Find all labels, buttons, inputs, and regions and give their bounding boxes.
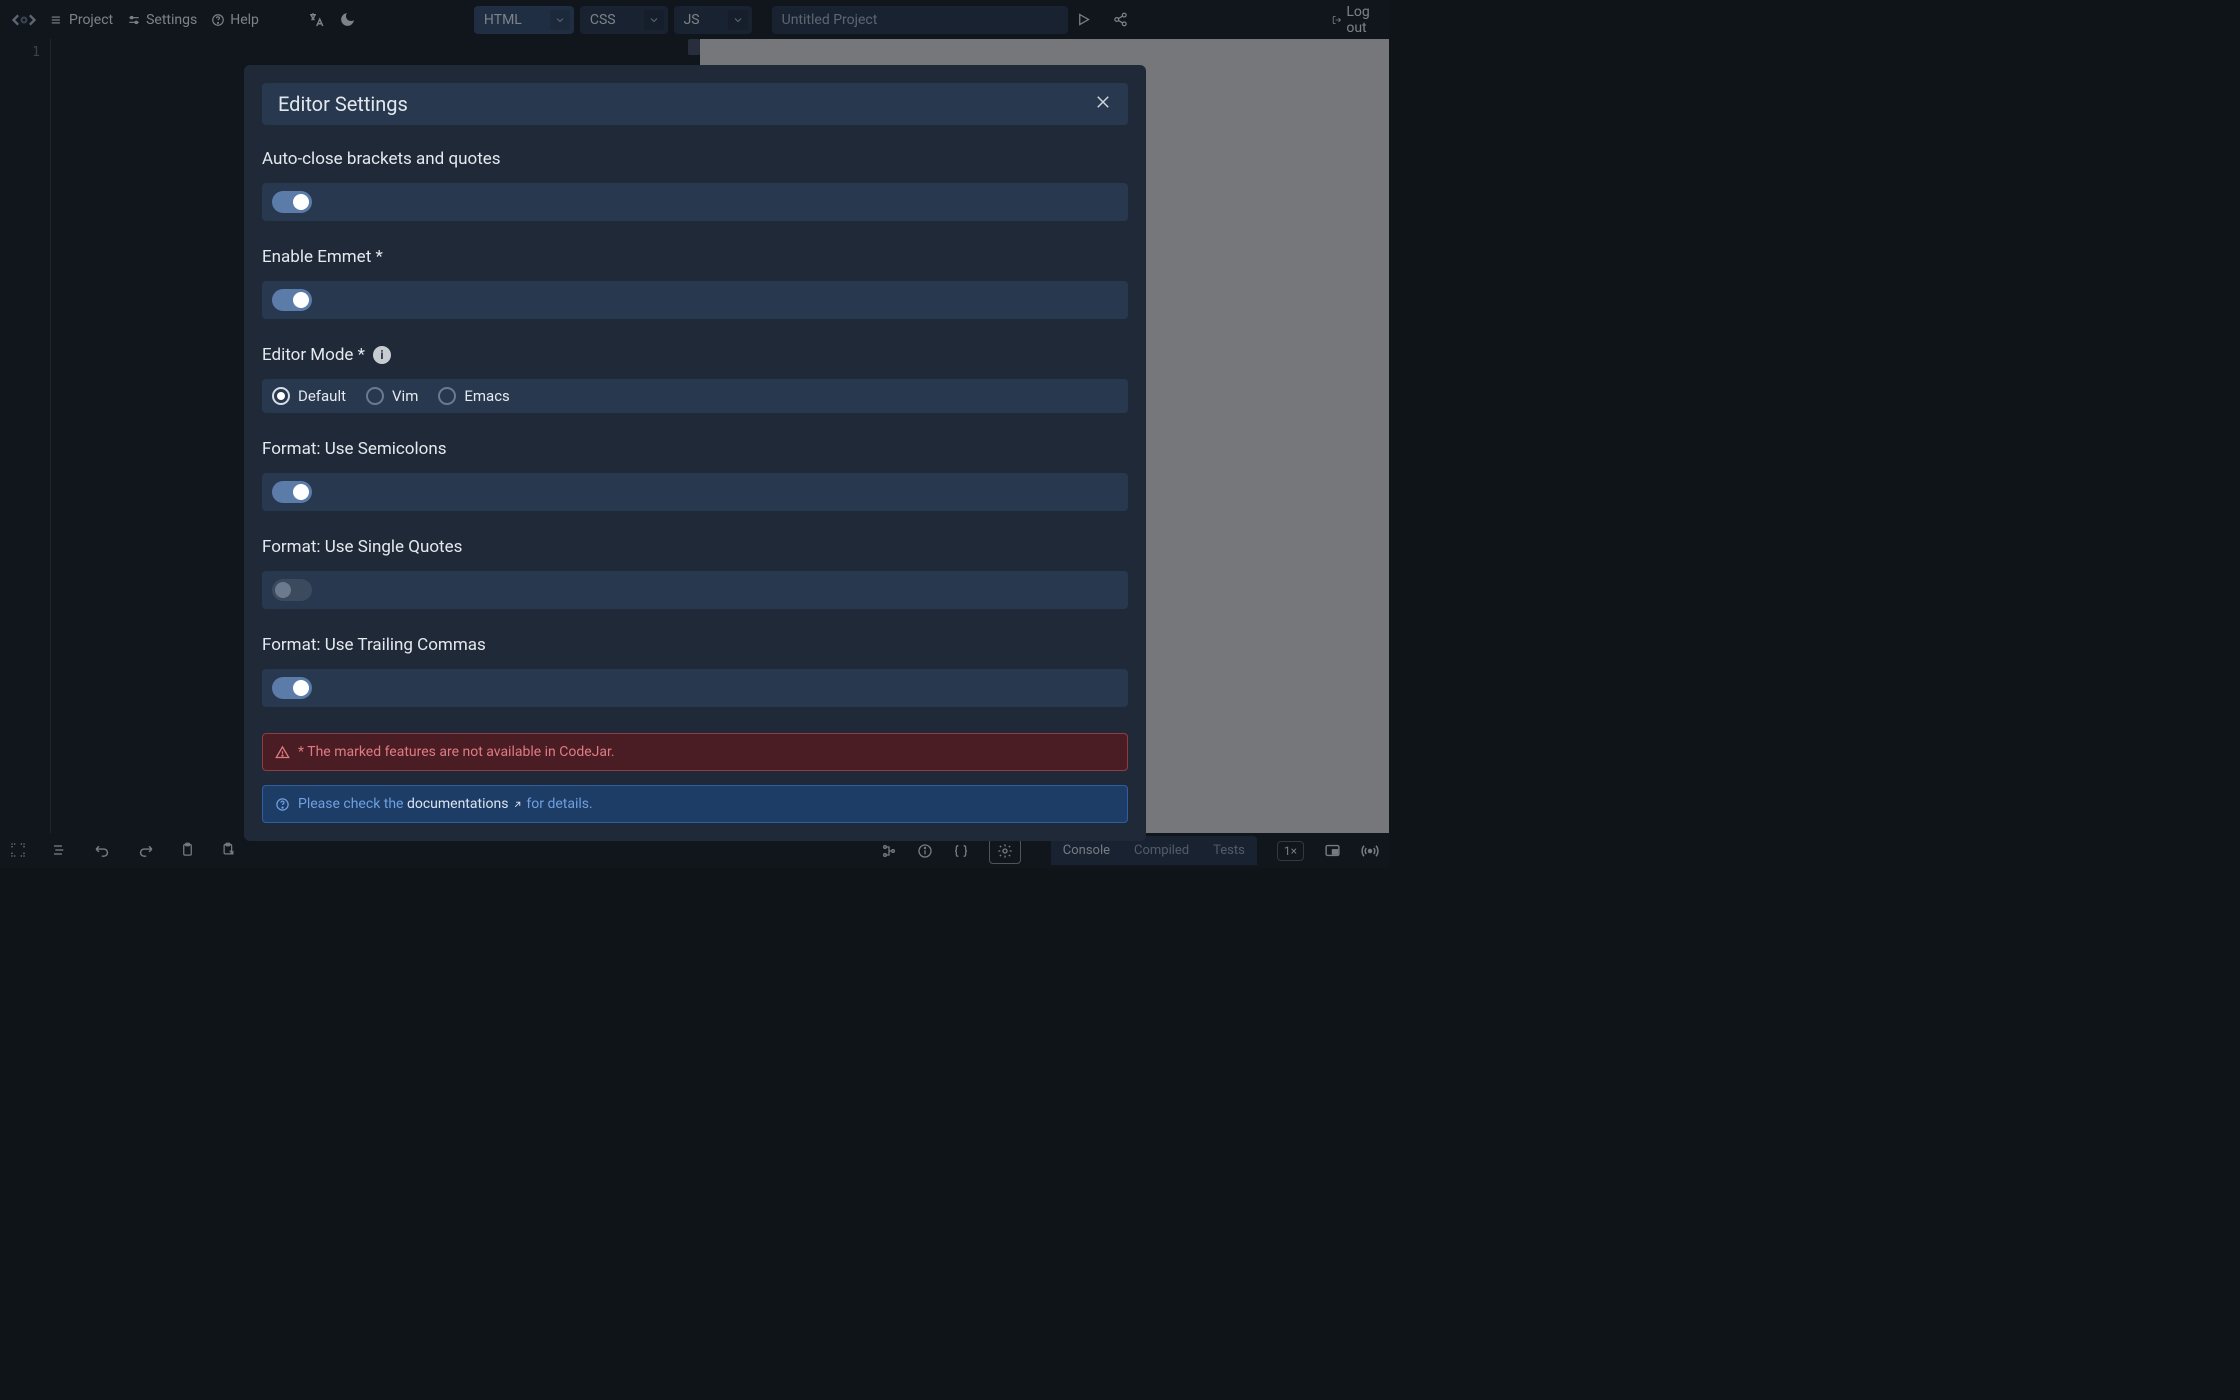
setting-editor-mode-control: Default Vim Emacs [262, 379, 1128, 413]
setting-single-quotes: Format: Use Single Quotes [262, 537, 1128, 609]
toggle-emmet[interactable] [272, 289, 312, 311]
setting-autoclose-control [262, 183, 1128, 221]
radio-emacs-label: Emacs [464, 387, 509, 405]
documentation-link-text: documentations [407, 796, 508, 812]
radio-default[interactable]: Default [272, 387, 346, 405]
setting-emmet: Enable Emmet * [262, 247, 1128, 319]
setting-editor-mode-label-text: Editor Mode * [262, 345, 365, 365]
toggle-single-quotes[interactable] [272, 579, 312, 601]
toggle-autoclose[interactable] [272, 191, 312, 213]
modal-close-button[interactable] [1094, 93, 1112, 115]
setting-editor-mode: Editor Mode * i Default Vim Emacs [262, 345, 1128, 413]
setting-single-quotes-control [262, 571, 1128, 609]
help-circle-icon [275, 797, 290, 812]
setting-semicolons-label: Format: Use Semicolons [262, 439, 1128, 459]
alert-info-prefix: Please check the [298, 796, 407, 812]
external-link-icon [512, 799, 523, 810]
radio-vim[interactable]: Vim [366, 387, 418, 405]
radio-vim-label: Vim [392, 387, 418, 405]
setting-trailing-commas-label: Format: Use Trailing Commas [262, 635, 1128, 655]
setting-trailing-commas: Format: Use Trailing Commas [262, 635, 1128, 707]
radio-emacs[interactable]: Emacs [438, 387, 509, 405]
setting-autoclose: Auto-close brackets and quotes [262, 149, 1128, 221]
modal-title: Editor Settings [278, 92, 408, 116]
setting-emmet-control [262, 281, 1128, 319]
close-icon [1094, 93, 1112, 111]
setting-emmet-label: Enable Emmet * [262, 247, 1128, 267]
radio-default-label: Default [298, 387, 346, 405]
warning-icon [275, 745, 290, 760]
alert-info: Please check the documentations for deta… [262, 785, 1128, 823]
alert-info-text: Please check the documentations for deta… [298, 796, 593, 812]
setting-single-quotes-label: Format: Use Single Quotes [262, 537, 1128, 557]
setting-autoclose-label: Auto-close brackets and quotes [262, 149, 1128, 169]
alert-warning: * The marked features are not available … [262, 733, 1128, 771]
info-icon[interactable]: i [373, 346, 391, 364]
toggle-trailing-commas[interactable] [272, 677, 312, 699]
editor-settings-modal: Editor Settings Auto-close brackets and … [244, 65, 1146, 841]
toggle-semicolons[interactable] [272, 481, 312, 503]
documentation-link[interactable]: documentations [407, 796, 523, 812]
setting-editor-mode-label: Editor Mode * i [262, 345, 1128, 365]
alert-info-suffix: for details. [523, 796, 593, 812]
alert-warning-text: * The marked features are not available … [298, 744, 615, 760]
setting-semicolons-control [262, 473, 1128, 511]
setting-semicolons: Format: Use Semicolons [262, 439, 1128, 511]
modal-header: Editor Settings [262, 83, 1128, 125]
setting-trailing-commas-control [262, 669, 1128, 707]
